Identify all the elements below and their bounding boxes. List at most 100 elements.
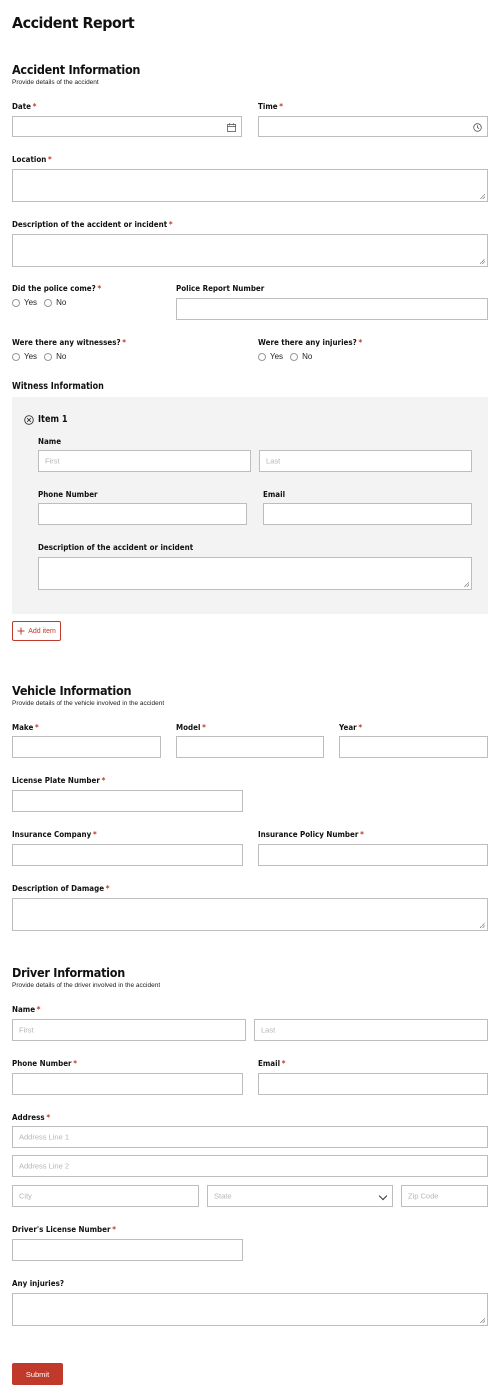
insurance-company-label: Insurance Company *	[12, 829, 97, 839]
address-line1-input[interactable]: Address Line 1	[12, 1126, 488, 1148]
driver-first-name-input[interactable]: First	[12, 1019, 246, 1041]
make-label: Make *	[12, 722, 39, 732]
license-label: Driver's License Number *	[12, 1224, 116, 1234]
driver-email-label: Email *	[258, 1058, 286, 1068]
radio-label: No	[302, 352, 313, 361]
placeholder: City	[19, 1191, 32, 1201]
submit-button[interactable]: Submit	[12, 1363, 63, 1385]
policy-input[interactable]	[258, 844, 488, 866]
driver-email-input[interactable]	[258, 1073, 488, 1095]
year-input[interactable]	[339, 736, 488, 758]
any-injuries-label: Any injuries?	[12, 1278, 64, 1288]
police-yes-option[interactable]: Yes	[12, 298, 37, 307]
date-input[interactable]	[12, 116, 242, 137]
witnesses-radio-group: Yes No	[12, 352, 73, 361]
driver-section-subheading: Provide details of the driver involved i…	[12, 982, 161, 989]
location-label: Location *	[12, 154, 52, 164]
location-textarea[interactable]	[12, 169, 488, 202]
driver-section-heading: Driver Information	[12, 965, 125, 980]
radio-button[interactable]	[290, 352, 299, 361]
accident-description-textarea[interactable]	[12, 234, 488, 267]
plus-icon	[17, 627, 25, 635]
witness-last-name-input[interactable]: Last	[259, 450, 472, 472]
radio-button[interactable]	[12, 298, 20, 307]
police-no-option[interactable]: No	[44, 298, 66, 307]
radio-label: Yes	[24, 352, 38, 361]
placeholder: Zip Code	[408, 1191, 439, 1201]
year-label: Year *	[339, 722, 363, 732]
time-label: Time *	[258, 101, 284, 111]
vehicle-section-heading: Vehicle Information	[12, 683, 132, 698]
witness-item-title: Item 1	[38, 414, 68, 425]
witness-phone-label: Phone Number	[38, 489, 98, 499]
model-input[interactable]	[176, 736, 324, 758]
radio-label: No	[56, 352, 67, 361]
witness-first-name-input[interactable]: First	[38, 450, 251, 472]
clock-icon[interactable]	[473, 123, 482, 132]
calendar-icon[interactable]	[227, 123, 236, 132]
radio-button[interactable]	[44, 298, 53, 307]
address-line2-input[interactable]: Address Line 2	[12, 1155, 488, 1177]
police-came-label: Did the police come? *	[12, 283, 102, 293]
policy-label: Insurance Policy Number *	[258, 829, 364, 839]
placeholder: First	[45, 456, 60, 466]
damage-textarea[interactable]	[12, 898, 488, 931]
driver-phone-label: Phone Number *	[12, 1058, 78, 1068]
chevron-down-icon	[378, 1191, 388, 1201]
radio-button[interactable]	[44, 352, 53, 361]
date-label: Date *	[12, 101, 37, 111]
witness-description-textarea[interactable]	[38, 557, 472, 590]
placeholder: State	[214, 1191, 232, 1201]
make-input[interactable]	[12, 736, 161, 758]
accident-section-subheading: Provide details of the accident	[12, 79, 99, 86]
accident-section-heading: Accident Information	[12, 62, 141, 77]
zip-input[interactable]: Zip Code	[401, 1185, 488, 1207]
vehicle-section-subheading: Provide details of the vehicle involved …	[12, 700, 165, 707]
injuries-label: Were there any injuries? *	[258, 337, 363, 347]
remove-item-icon[interactable]	[24, 415, 34, 425]
radio-label: Yes	[24, 298, 38, 307]
radio-button[interactable]	[258, 352, 266, 361]
accident-description-label: Description of the accident or incident *	[12, 219, 173, 229]
plate-input[interactable]	[12, 790, 243, 812]
driver-last-name-input[interactable]: Last	[254, 1019, 488, 1041]
placeholder: Address Line 2	[19, 1161, 70, 1171]
witness-email-input[interactable]	[263, 503, 472, 525]
witnesses-label: Were there any witnesses? *	[12, 337, 127, 347]
placeholder: First	[19, 1025, 34, 1035]
witness-phone-input[interactable]	[38, 503, 247, 525]
injuries-no-option[interactable]: No	[290, 352, 312, 361]
add-item-button[interactable]: Add item	[12, 621, 61, 641]
license-input[interactable]	[12, 1239, 243, 1261]
police-report-input[interactable]	[176, 298, 488, 320]
police-report-label: Police Report Number	[176, 283, 265, 293]
witness-description-label: Description of the accident or incident	[38, 542, 194, 552]
plate-label: License Plate Number *	[12, 775, 106, 785]
model-label: Model *	[176, 722, 206, 732]
add-item-label: Add item	[28, 627, 56, 635]
injuries-radio-group: Yes No	[258, 352, 319, 361]
radio-button[interactable]	[12, 352, 20, 361]
damage-label: Description of Damage *	[12, 883, 110, 893]
driver-name-label: Name *	[12, 1004, 41, 1014]
page-title: Accident Report	[12, 14, 135, 32]
radio-label: Yes	[270, 352, 284, 361]
address-label: Address *	[12, 1112, 51, 1122]
time-input[interactable]	[258, 116, 488, 137]
city-input[interactable]: City	[12, 1185, 199, 1207]
insurance-company-input[interactable]	[12, 844, 243, 866]
placeholder: Last	[266, 456, 281, 466]
placeholder: Last	[261, 1025, 276, 1035]
driver-phone-input[interactable]	[12, 1073, 243, 1095]
police-came-radio-group: Yes No	[12, 298, 73, 307]
placeholder: Address Line 1	[19, 1132, 70, 1142]
witness-section-heading: Witness Information	[12, 381, 104, 392]
radio-label: No	[56, 298, 67, 307]
witness-name-label: Name	[38, 436, 62, 446]
injuries-yes-option[interactable]: Yes	[258, 352, 283, 361]
witnesses-yes-option[interactable]: Yes	[12, 352, 37, 361]
any-injuries-textarea[interactable]	[12, 1293, 488, 1326]
witness-email-label: Email	[263, 489, 286, 499]
state-select[interactable]: State	[207, 1185, 393, 1207]
witnesses-no-option[interactable]: No	[44, 352, 66, 361]
